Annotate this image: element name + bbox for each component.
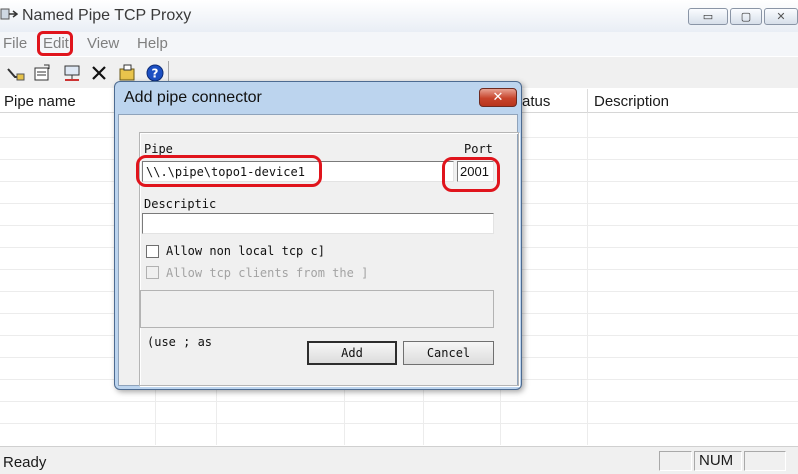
delete-button[interactable] xyxy=(89,63,109,83)
grid-line xyxy=(0,423,798,424)
dialog-title: Add pipe connector xyxy=(124,89,262,106)
column-divider[interactable] xyxy=(587,89,588,113)
add-button[interactable]: Add xyxy=(307,341,397,365)
pipe-label: Pipe xyxy=(144,142,173,156)
status-panel-empty xyxy=(744,451,786,471)
add-pipe-icon xyxy=(7,68,25,81)
close-icon: ✕ xyxy=(492,90,504,105)
menu-view[interactable]: View xyxy=(87,35,119,52)
cancel-button[interactable]: Cancel xyxy=(403,341,494,365)
grid-line xyxy=(0,401,798,402)
status-panel-empty xyxy=(659,451,692,471)
title-bar: Named Pipe TCP Proxy ▭ ▢ ✕ xyxy=(0,0,798,32)
help-button[interactable]: ? xyxy=(145,63,165,83)
add-pipe-button[interactable] xyxy=(6,63,26,83)
description-input[interactable] xyxy=(142,213,494,234)
menu-bar: File Edit View Help xyxy=(0,32,798,56)
hint-text: (use ; as xyxy=(147,335,213,349)
delete-icon xyxy=(92,66,106,80)
client-list-field[interactable] xyxy=(140,290,494,328)
allow-non-local-label: Allow non local tcp c] xyxy=(166,244,325,258)
help-icon: ? xyxy=(146,64,164,82)
status-text: Ready xyxy=(3,454,47,471)
grid-line xyxy=(587,113,588,445)
window-title: Named Pipe TCP Proxy xyxy=(22,7,192,24)
allow-clients-checkbox[interactable] xyxy=(146,266,159,279)
column-status[interactable]: atus xyxy=(522,93,550,110)
pipe-highlight-annotation xyxy=(136,155,322,187)
dialog-close-button[interactable]: ✕ xyxy=(479,88,517,107)
column-description[interactable]: Description xyxy=(594,93,669,110)
maximize-button[interactable]: ▢ xyxy=(730,8,762,25)
close-window-button[interactable]: ✕ xyxy=(764,8,798,25)
app-icon xyxy=(0,8,18,20)
edit-highlight-annotation xyxy=(37,31,73,56)
description-label: Descriptic xyxy=(144,197,217,211)
folder-button[interactable] xyxy=(117,63,137,83)
allow-clients-label: Allow tcp clients from the ] xyxy=(166,266,369,280)
properties-button[interactable] xyxy=(32,63,52,83)
status-num: NUM xyxy=(694,451,742,471)
svg-text:?: ? xyxy=(152,67,159,81)
folder-icon xyxy=(119,64,135,81)
network-icon xyxy=(64,65,80,81)
minimize-button[interactable]: ▭ xyxy=(688,8,728,25)
port-highlight-annotation xyxy=(442,157,500,192)
menu-help[interactable]: Help xyxy=(137,35,168,52)
port-label: Port xyxy=(464,142,493,156)
network-button[interactable] xyxy=(62,63,82,83)
minimize-icon: ▭ xyxy=(702,10,714,23)
allow-non-local-checkbox[interactable] xyxy=(146,245,159,258)
menu-file[interactable]: File xyxy=(3,35,27,52)
close-icon: ✕ xyxy=(776,10,786,23)
maximize-icon: ▢ xyxy=(740,10,752,23)
properties-icon xyxy=(34,64,50,81)
status-bar: Ready NUM xyxy=(0,446,798,474)
column-pipe-name[interactable]: Pipe name xyxy=(4,93,76,110)
